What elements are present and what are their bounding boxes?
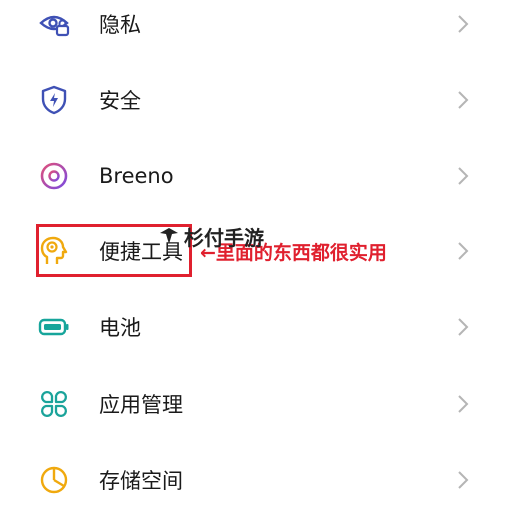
chevron-right-icon [458, 395, 469, 413]
settings-item-label: 存储空间 [99, 469, 183, 493]
storage-icon [40, 466, 68, 494]
breeno-icon [40, 162, 68, 190]
settings-item-security[interactable]: 安全 [0, 62, 505, 138]
settings-item-label: 应用管理 [99, 393, 183, 417]
chevron-right-icon [458, 15, 469, 33]
chevron-right-icon [458, 167, 469, 185]
settings-item-app-management[interactable]: 应用管理 [0, 366, 505, 442]
settings-item-label: Breeno [99, 164, 174, 188]
chevron-right-icon [458, 91, 469, 109]
chevron-right-icon [458, 242, 469, 260]
watermark-logo-icon [160, 228, 178, 244]
settings-item-label: 隐私 [99, 13, 141, 37]
app-management-icon [40, 390, 68, 418]
settings-item-privacy[interactable]: 隐私 [0, 0, 505, 62]
chevron-right-icon [458, 471, 469, 489]
settings-item-storage[interactable]: 存储空间 [0, 442, 505, 518]
settings-item-label: 安全 [99, 89, 141, 113]
security-shield-icon [41, 85, 67, 115]
watermark-text: 杉付手游 [184, 225, 264, 250]
privacy-icon [39, 15, 70, 37]
chevron-right-icon [458, 318, 469, 336]
settings-item-label: 电池 [99, 316, 141, 340]
watermark: 杉付手游 [158, 221, 264, 251]
settings-item-battery[interactable]: 电池 [0, 289, 505, 365]
settings-item-breeno[interactable]: Breeno [0, 138, 505, 214]
battery-icon [38, 318, 69, 336]
